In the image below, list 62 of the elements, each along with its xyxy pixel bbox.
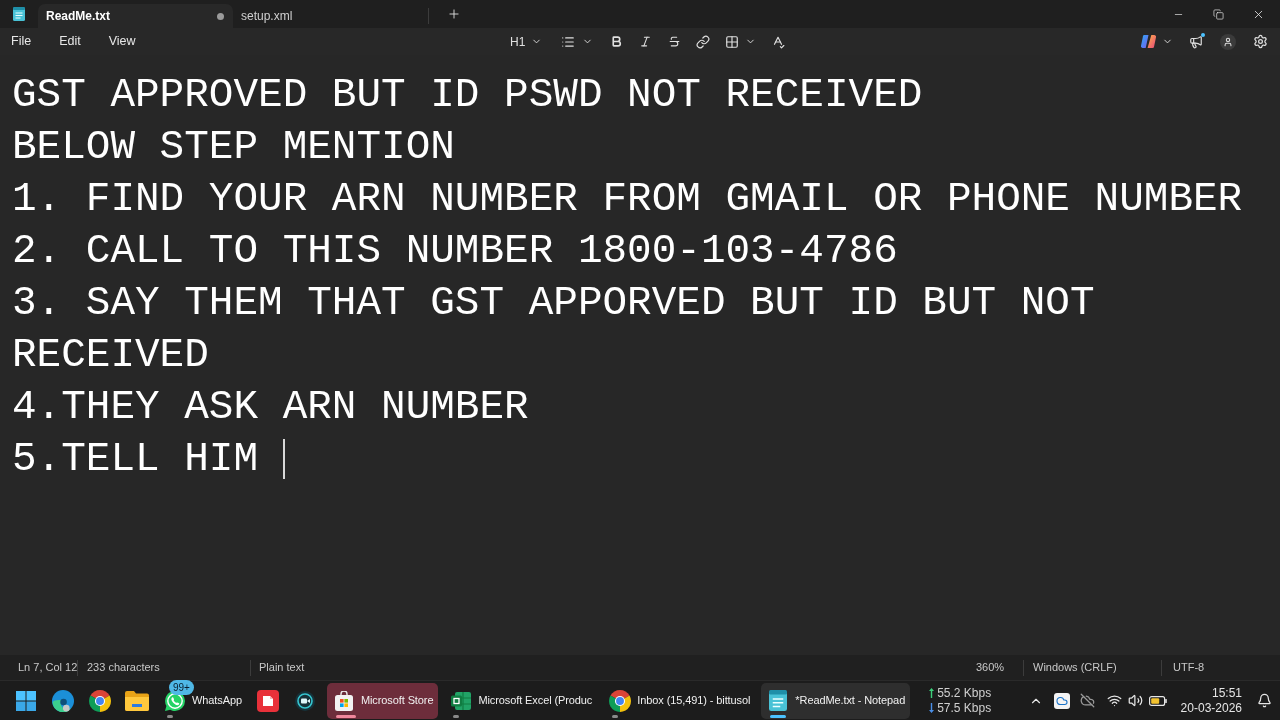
taskbar-app[interactable]: Microsoft Store: [326, 682, 439, 719]
bold-icon: [609, 35, 623, 48]
file-format: Plain text: [258, 660, 305, 676]
spreadsheet-logo-icon: [451, 690, 472, 711]
taskbar-app[interactable]: Microsoft Excel (Produc: [444, 682, 598, 719]
folder-icon: [124, 690, 149, 711]
text-cursor: [283, 439, 286, 479]
character-count: 233 characters: [86, 660, 161, 676]
browser-logo-icon: [609, 689, 632, 712]
swirl-logo-icon: [51, 689, 74, 712]
heading-dropdown[interactable]: H1: [503, 29, 550, 54]
office-logo-icon: [257, 689, 280, 712]
file-tab[interactable]: ReadMe.txt: [38, 4, 233, 28]
menu-item[interactable]: View: [101, 29, 143, 54]
volume-icon: [1127, 693, 1143, 708]
camera-logo-icon: [295, 690, 316, 711]
line-ending: Windows (CRLF): [1032, 660, 1118, 676]
restore-icon: [1212, 8, 1224, 20]
upload-speed: 55.2 Kbps: [937, 685, 992, 701]
up-arrow-icon: [929, 688, 935, 698]
battery-icon: [1148, 695, 1167, 706]
cloud-icon: [1053, 692, 1070, 709]
start-menu-icon: [15, 690, 36, 711]
text-line: 5.TELL HIM: [12, 435, 259, 484]
clock-time: 15:51: [1211, 685, 1242, 701]
menu-item[interactable]: Edit: [52, 29, 88, 54]
spell-check-icon: [771, 34, 786, 49]
browser-logo-icon: [88, 689, 111, 712]
clock[interactable]: 15:51 20-03-2026: [1172, 685, 1250, 716]
text-line: 1. FIND YOUR ARN NUMBER FROM GMAIL OR PHONE NUMBER: [12, 175, 1244, 224]
text-line: 2. CALL TO THIS NUMBER 1800-103-4786: [12, 227, 899, 276]
cursor-position: Ln 7, Col 12: [17, 660, 77, 676]
list-icon: [561, 34, 576, 49]
bell-icon: [1256, 693, 1272, 708]
zoom-level: 360%: [975, 660, 1006, 676]
clock-date: 20-03-2026: [1180, 700, 1242, 716]
copilot-logo-icon: [1141, 34, 1156, 49]
megaphone-icon: [1189, 34, 1203, 49]
encoding: UTF-8: [1172, 660, 1206, 676]
taskbar-app[interactable]: 99+ WhatsApp: [158, 682, 247, 719]
notepad-icon: [769, 690, 788, 711]
settings-icon: [1252, 34, 1268, 49]
link-icon: [696, 34, 711, 49]
cloud-off-icon: [1080, 693, 1096, 708]
strikethrough-icon: [667, 35, 681, 48]
text-line: BELOW STEP MENTION: [12, 123, 456, 172]
account-icon: [1220, 33, 1236, 50]
taskbar-app[interactable]: Inbox (15,491) - bittusol: [603, 682, 756, 719]
wifi-icon: [1106, 693, 1122, 708]
download-speed: 57.5 Kbps: [937, 700, 992, 716]
italic-icon: [638, 35, 652, 48]
text-line: 3. SAY THEM THAT GST APPORVED BUT ID BUT NOT RECEIVED: [12, 279, 1096, 380]
plus-icon: [447, 7, 461, 21]
taskbar-app[interactable]: *ReadMe.txt - Notepad: [761, 682, 911, 719]
file-tab[interactable]: setup.xml: [233, 4, 428, 28]
notepad-icon: [13, 7, 25, 21]
down-arrow-icon: [929, 703, 935, 713]
text-line: 4.THEY ASK ARN NUMBER: [12, 383, 530, 432]
table-icon: [725, 34, 740, 49]
menu-item[interactable]: File: [4, 29, 39, 54]
text-line: GST APPROVED BUT ID PSWD NOT RECEIVED: [12, 71, 924, 120]
shopping-bag-icon: [333, 690, 354, 711]
